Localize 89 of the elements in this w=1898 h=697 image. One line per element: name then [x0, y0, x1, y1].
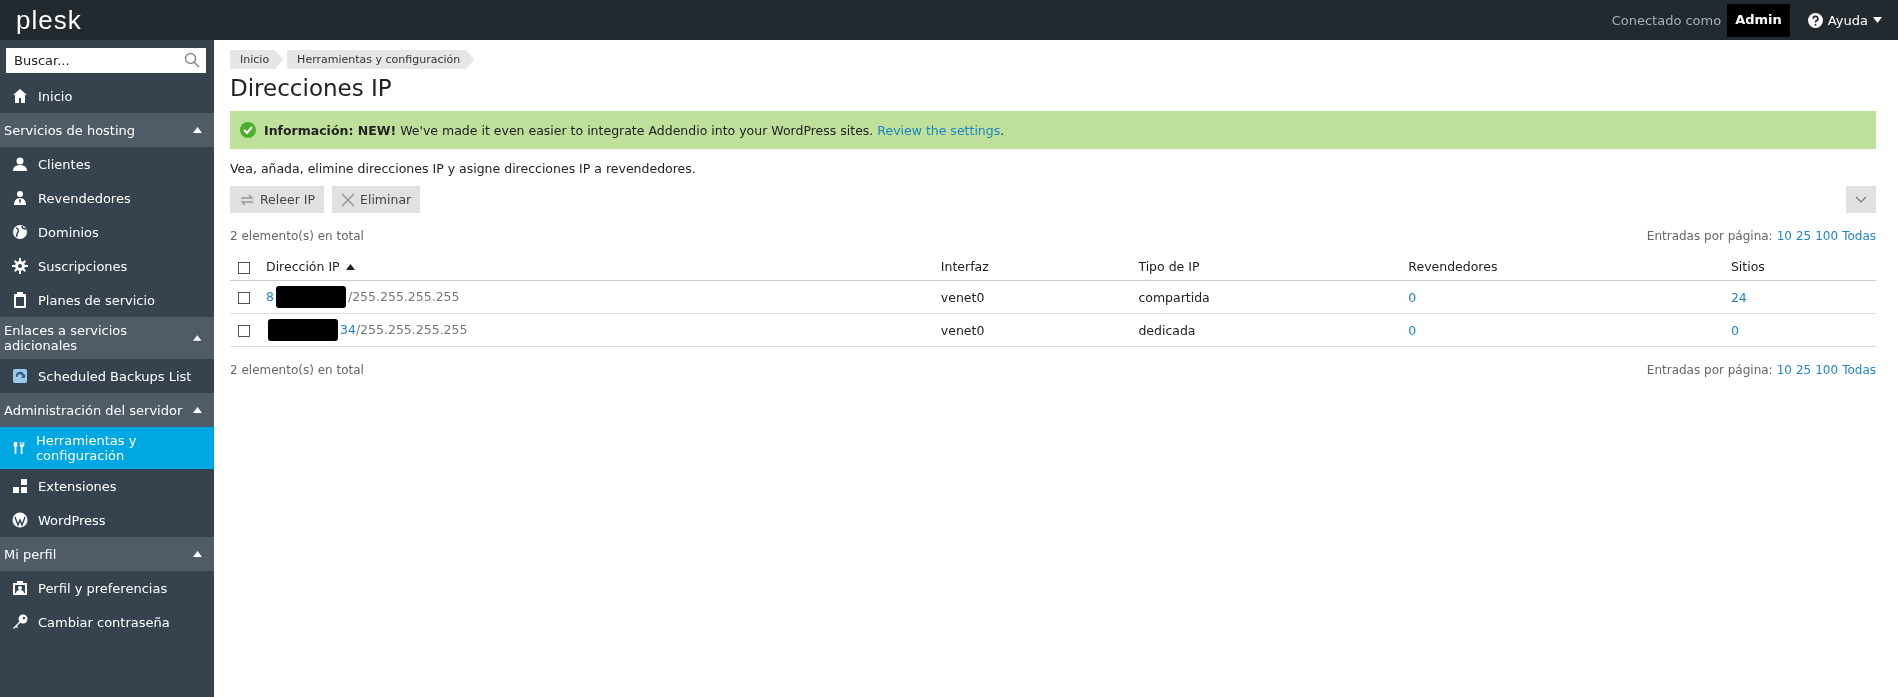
- page-size-link[interactable]: Todas: [1842, 363, 1876, 377]
- sidebar-section-header[interactable]: Administración del servidor: [0, 393, 214, 427]
- clipboard-icon: [12, 292, 28, 308]
- row-checkbox[interactable]: [238, 292, 250, 304]
- sidebar-item[interactable]: Clientes: [0, 147, 214, 181]
- column-header[interactable]: Interfaz: [940, 259, 989, 274]
- sidebar-item[interactable]: WordPress: [0, 503, 214, 537]
- caret-icon: [193, 127, 202, 133]
- section-title: Enlaces a servicios adicionales: [4, 323, 129, 353]
- page-title: Direcciones IP: [230, 75, 393, 101]
- sidebar-section-header[interactable]: Servicios de hosting: [0, 113, 214, 147]
- table-cell: venet0: [932, 280, 1131, 314]
- table-cell: venet0: [932, 313, 1131, 347]
- column-header[interactable]: Sitios: [1730, 259, 1765, 274]
- backup-icon: [12, 368, 28, 384]
- select-all-checkbox[interactable]: [238, 261, 250, 274]
- help-icon: [1807, 12, 1823, 28]
- refresh-icon: [239, 192, 255, 207]
- per-page-label: Entradas por página:: [1646, 229, 1773, 243]
- sidebar-item[interactable]: Suscripciones: [0, 249, 214, 283]
- check-circle-icon: [240, 122, 256, 138]
- total-count: 2 elemento(s) en total: [230, 363, 364, 377]
- globe-icon: [12, 224, 28, 240]
- tools-icon: [12, 440, 26, 456]
- home-icon: [12, 88, 28, 104]
- help-menu[interactable]: Ayuda: [1807, 12, 1882, 28]
- user-icon: [12, 156, 28, 172]
- table-cell: compartida: [1130, 280, 1401, 314]
- breadcrumb-link[interactable]: Inicio: [230, 50, 284, 69]
- caret-icon: [1873, 17, 1882, 23]
- search-field[interactable]: Buscar...: [6, 48, 206, 73]
- count-link[interactable]: 0: [1408, 289, 1417, 305]
- per-page-label: Entradas por página:: [1646, 363, 1773, 377]
- sidebar-item[interactable]: Perfil y preferencias: [0, 571, 214, 605]
- key-icon: [12, 614, 28, 630]
- ip-link[interactable]: 8: [266, 288, 274, 304]
- caret-icon: [193, 407, 202, 413]
- blocks-icon: [12, 478, 28, 494]
- sidebar-section-header[interactable]: Mi perfil: [0, 537, 214, 571]
- gear-icon: [12, 258, 28, 274]
- subnet-mask: /255.255.255.255: [355, 321, 468, 337]
- column-header[interactable]: Dirección IP: [266, 259, 355, 274]
- page-size-link[interactable]: Todas: [1842, 229, 1876, 243]
- person-tie-icon: [12, 190, 28, 206]
- sidebar-item[interactable]: Inicio: [0, 79, 214, 113]
- user-name[interactable]: Admin: [1727, 3, 1790, 37]
- column-header[interactable]: Revendedores: [1408, 259, 1498, 274]
- caret-icon: [193, 551, 202, 557]
- section-title: Administración del servidor: [4, 402, 183, 418]
- sort-caret-icon: [345, 263, 355, 270]
- banner-message: Información: NEW! We've made it even easier to integrate Addendio into your WordPress sites. Review the settings.: [264, 122, 1005, 138]
- sidebar-item[interactable]: Cambiar contraseña: [0, 605, 214, 639]
- column-header[interactable]: Tipo de IP: [1138, 259, 1200, 274]
- page-description: Vea, añada, elimine direcciones IP y asigne direcciones IP a revendedores.: [230, 161, 697, 176]
- breadcrumb-link[interactable]: Herramientas y configuración: [287, 50, 475, 69]
- search-icon: [184, 52, 200, 68]
- redaction-mark: [268, 319, 338, 341]
- wordpress-icon: [12, 512, 28, 528]
- connected-label: Conectado como: [1611, 12, 1722, 28]
- total-count: 2 elemento(s) en total: [230, 229, 364, 243]
- subnet-mask: /255.255.255.255: [347, 288, 460, 304]
- page-size-link[interactable]: 100: [1815, 229, 1839, 243]
- toolbar-button[interactable]: Releer IP: [230, 186, 324, 213]
- table-cell: dedicada: [1130, 313, 1401, 347]
- page-size-link[interactable]: 25: [1795, 229, 1812, 243]
- section-title: Servicios de hosting: [4, 122, 136, 138]
- section-title: Mi perfil: [4, 546, 57, 562]
- count-link[interactable]: 0: [1408, 322, 1417, 338]
- page-size-link[interactable]: 10: [1776, 229, 1792, 243]
- page-size-link[interactable]: 100: [1815, 363, 1839, 377]
- count-link[interactable]: 24: [1730, 289, 1747, 305]
- redaction-mark: [275, 286, 346, 308]
- sidebar-item[interactable]: Planes de servicio: [0, 283, 214, 317]
- sidebar-section-header[interactable]: Enlaces a servicios adicionales: [0, 317, 214, 359]
- page-size-link[interactable]: 10: [1776, 363, 1792, 377]
- page-size-link[interactable]: 25: [1795, 363, 1812, 377]
- row-checkbox[interactable]: [238, 325, 250, 337]
- sidebar-item[interactable]: Extensiones: [0, 469, 214, 503]
- sidebar-item[interactable]: Scheduled Backups List: [0, 359, 214, 393]
- count-link[interactable]: 0: [1730, 322, 1739, 338]
- logo[interactable]: plesk: [16, 4, 82, 36]
- chevron-down-icon: [1855, 196, 1867, 203]
- caret-icon: [193, 335, 202, 341]
- sidebar-item[interactable]: Dominios: [0, 215, 214, 249]
- ip-link[interactable]: 34: [340, 321, 356, 337]
- sidebar-item[interactable]: Revendedores: [0, 181, 214, 215]
- toolbar-button[interactable]: Eliminar: [332, 186, 421, 213]
- id-card-icon: [12, 580, 28, 596]
- close-icon: [341, 192, 355, 207]
